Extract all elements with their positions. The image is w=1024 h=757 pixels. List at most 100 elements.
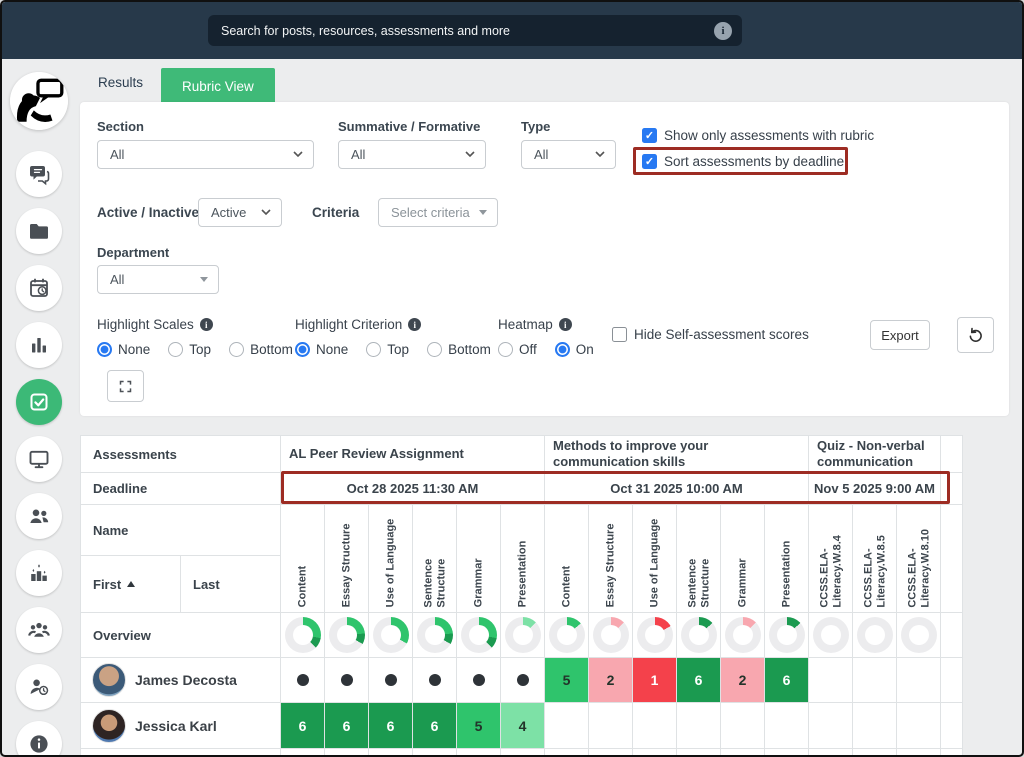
- sidebar-item-podium-stars[interactable]: [16, 550, 62, 596]
- spacer-cell: [941, 505, 963, 613]
- score-cell[interactable]: 5: [545, 658, 589, 703]
- sidebar-item-check-square[interactable]: [16, 379, 62, 425]
- score-pending-cell[interactable]: [501, 658, 545, 703]
- highlight-criterion-radios: None Top Bottom: [295, 342, 491, 357]
- app-logo[interactable]: [10, 72, 68, 130]
- empty-score-cell[interactable]: [853, 703, 897, 749]
- info-icon[interactable]: i: [408, 318, 421, 331]
- overview-donut: [549, 617, 585, 653]
- score-cell[interactable]: 6: [413, 703, 457, 749]
- score-pending-cell[interactable]: [457, 658, 501, 703]
- score-cell[interactable]: 6: [325, 703, 369, 749]
- fullscreen-button[interactable]: [107, 370, 144, 402]
- empty-score-cell[interactable]: [897, 658, 941, 703]
- highlight-criterion-top[interactable]: Top: [366, 342, 409, 357]
- criterion-label: Sentence Structure: [422, 510, 447, 608]
- student-name-cell[interactable]: Jessica Karl: [81, 703, 281, 749]
- score-pending-cell[interactable]: [281, 658, 325, 703]
- score-cell[interactable]: 6: [765, 658, 809, 703]
- sort-deadline-checkbox[interactable]: ✓ Sort assessments by deadline: [642, 154, 844, 169]
- sidebar-item-chat[interactable]: [16, 151, 62, 197]
- empty-score-cell[interactable]: [633, 703, 677, 749]
- type-label: Type: [521, 119, 550, 134]
- empty-score-cell[interactable]: [809, 658, 853, 703]
- hide-self-assessment-checkbox[interactable]: Hide Self-assessment scores: [612, 327, 809, 342]
- department-select[interactable]: All: [97, 265, 219, 294]
- highlight-scales-bottom[interactable]: Bottom: [229, 342, 293, 357]
- partial-row-cell: [281, 749, 325, 757]
- sort-last-header[interactable]: Last: [181, 556, 281, 613]
- active-inactive-select[interactable]: Active: [198, 198, 282, 227]
- partial-row-cell: [413, 749, 457, 757]
- overview-donut: [681, 617, 717, 653]
- score-cell[interactable]: 6: [369, 703, 413, 749]
- sidebar-item-people-three[interactable]: [16, 607, 62, 653]
- sort-first-header[interactable]: First: [81, 556, 181, 613]
- show-rubric-checkbox[interactable]: ✓ Show only assessments with rubric: [642, 128, 874, 143]
- sidebar-item-folder[interactable]: [16, 208, 62, 254]
- sidebar-item-calendar-clock[interactable]: [16, 265, 62, 311]
- partial-row-cell: [501, 749, 545, 757]
- score-cell[interactable]: 6: [281, 703, 325, 749]
- overview-donut-cell: [677, 613, 721, 658]
- overview-donut-cell: [589, 613, 633, 658]
- refresh-button[interactable]: [957, 317, 994, 353]
- overview-donut-cell: [765, 613, 809, 658]
- score-cell[interactable]: 2: [589, 658, 633, 703]
- empty-score-cell[interactable]: [721, 703, 765, 749]
- highlight-criterion-bottom[interactable]: Bottom: [427, 342, 491, 357]
- overview-donut: [505, 617, 541, 653]
- sidebar-item-people-two[interactable]: [16, 493, 62, 539]
- search-info-icon[interactable]: i: [714, 22, 732, 40]
- name-row-label: Name: [81, 505, 281, 556]
- score-cell[interactable]: 2: [721, 658, 765, 703]
- global-search[interactable]: i: [208, 15, 742, 46]
- highlight-scales-none[interactable]: None: [97, 342, 150, 357]
- search-input[interactable]: [221, 24, 714, 38]
- criterion-header: CCSS.ELA-Literacy.W.8.5: [853, 505, 897, 613]
- score-cell[interactable]: 6: [677, 658, 721, 703]
- tab-results[interactable]: Results: [80, 75, 161, 90]
- empty-score-cell[interactable]: [809, 703, 853, 749]
- sidebar-item-info[interactable]: [16, 721, 62, 757]
- sidebar-item-bar-chart[interactable]: [16, 322, 62, 368]
- score-cell[interactable]: 1: [633, 658, 677, 703]
- refresh-icon: [967, 327, 984, 344]
- info-icon[interactable]: i: [559, 318, 572, 331]
- export-button[interactable]: Export: [870, 320, 930, 350]
- summative-formative-select[interactable]: All: [338, 140, 486, 169]
- score-cell[interactable]: 4: [501, 703, 545, 749]
- student-name-cell[interactable]: James Decosta: [81, 658, 281, 703]
- empty-score-cell[interactable]: [765, 703, 809, 749]
- sidebar-item-person-clock[interactable]: [16, 664, 62, 710]
- radio-icon: [229, 342, 244, 357]
- monitor-icon: [27, 447, 51, 471]
- score-pending-cell[interactable]: [369, 658, 413, 703]
- info-icon[interactable]: i: [200, 318, 213, 331]
- avatar: [92, 663, 126, 697]
- highlight-criterion-none[interactable]: None: [295, 342, 348, 357]
- pending-dot-icon: [341, 674, 353, 686]
- sidebar-item-monitor[interactable]: [16, 436, 62, 482]
- app-window: i Results Rubric View Section All Summat…: [0, 0, 1024, 757]
- heatmap-off[interactable]: Off: [498, 342, 537, 357]
- empty-score-cell[interactable]: [545, 703, 589, 749]
- highlight-scales-top[interactable]: Top: [168, 342, 211, 357]
- tab-rubric-view[interactable]: Rubric View: [161, 68, 275, 105]
- empty-score-cell[interactable]: [853, 658, 897, 703]
- type-select[interactable]: All: [521, 140, 616, 169]
- overview-donut: [725, 617, 761, 653]
- heatmap-on[interactable]: On: [555, 342, 594, 357]
- score-cell[interactable]: 5: [457, 703, 501, 749]
- score-pending-cell[interactable]: [413, 658, 457, 703]
- folder-icon: [27, 219, 51, 243]
- empty-score-cell[interactable]: [677, 703, 721, 749]
- criteria-select[interactable]: Select criteria: [378, 198, 498, 227]
- empty-score-cell[interactable]: [897, 703, 941, 749]
- empty-score-cell[interactable]: [589, 703, 633, 749]
- section-select[interactable]: All: [97, 140, 314, 169]
- criterion-label: Presentation: [516, 509, 529, 607]
- overview-donut-cell: [325, 613, 369, 658]
- score-pending-cell[interactable]: [325, 658, 369, 703]
- top-navigation-bar: i: [2, 2, 1022, 59]
